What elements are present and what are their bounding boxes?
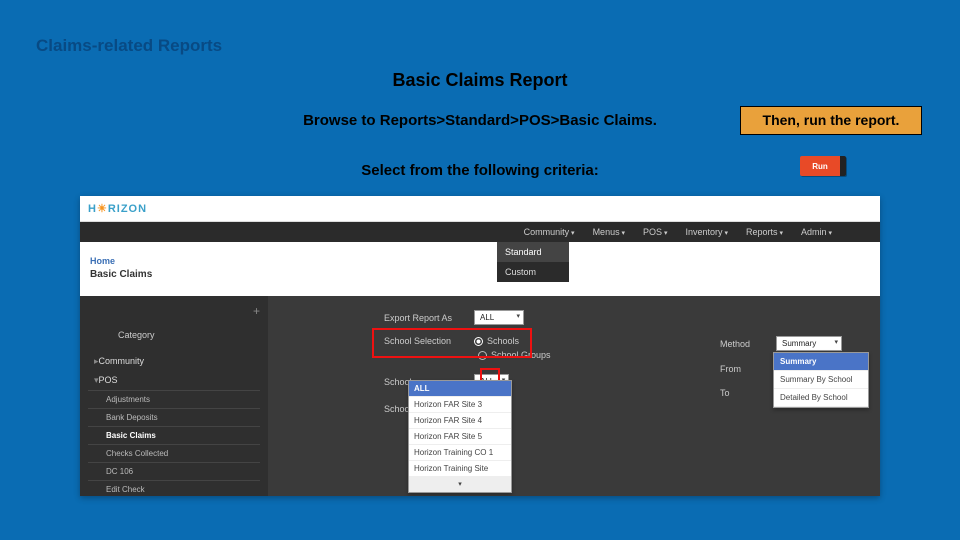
cat-item-checks-collected[interactable]: Checks Collected	[88, 444, 260, 462]
plus-icon[interactable]: +	[253, 304, 260, 318]
cat-item-basic-claims[interactable]: Basic Claims	[88, 426, 260, 444]
cat-item-bank-deposits[interactable]: Bank Deposits	[88, 408, 260, 426]
method-opt-summary-by-school[interactable]: Summary By School	[774, 371, 868, 389]
brand-bar: H☀RIZON	[80, 196, 880, 222]
chevron-down-icon[interactable]: ▾	[409, 477, 511, 492]
method-select[interactable]: Summary	[776, 336, 842, 351]
callout-run: Then, run the report.	[740, 106, 922, 135]
school-opt-1[interactable]: Horizon FAR Site 3	[409, 397, 511, 413]
run-button[interactable]: Run	[800, 156, 846, 176]
breadcrumb-home[interactable]: Home	[90, 256, 152, 266]
school-opt-5[interactable]: Horizon Training Site	[409, 461, 511, 477]
from-label: From	[720, 364, 776, 374]
category-list: Community POS Adjustments Bank Deposits …	[88, 352, 260, 496]
method-opt-summary[interactable]: Summary	[774, 353, 868, 371]
criteria-panel: Export Report As ALL School Selection Sc…	[268, 296, 880, 496]
method-opt-detailed-by-school[interactable]: Detailed By School	[774, 389, 868, 407]
school-opt-3[interactable]: Horizon FAR Site 5	[409, 429, 511, 445]
run-button-label: Run	[812, 162, 828, 171]
nav-item-menus[interactable]: Menus	[593, 227, 625, 237]
app-screenshot: H☀RIZON Community Menus POS Inventory Re…	[80, 196, 880, 496]
method-dropdown: Summary Summary By School Detailed By Sc…	[773, 352, 869, 408]
cat-community[interactable]: Community	[88, 352, 260, 371]
school-opt-2[interactable]: Horizon FAR Site 4	[409, 413, 511, 429]
field-to: To	[720, 388, 776, 398]
school-dropdown: ALL Horizon FAR Site 3 Horizon FAR Site …	[408, 380, 512, 493]
highlight-school-selection	[372, 328, 532, 358]
field-export: Export Report As ALL	[384, 310, 524, 325]
export-select[interactable]: ALL	[474, 310, 524, 325]
reports-dropdown: Standard Custom	[497, 242, 569, 282]
nav-item-reports[interactable]: Reports	[746, 227, 783, 237]
brand-logo: H☀RIZON	[88, 202, 147, 215]
breadcrumb-page: Basic Claims	[90, 269, 152, 280]
category-label: Category	[118, 330, 155, 340]
nav-item-admin[interactable]: Admin	[801, 227, 832, 237]
nav-item-inventory[interactable]: Inventory	[686, 227, 729, 237]
cat-pos[interactable]: POS	[88, 371, 260, 390]
cat-item-adjustments[interactable]: Adjustments	[88, 390, 260, 408]
method-label: Method	[720, 339, 776, 349]
nav-item-community[interactable]: Community	[524, 227, 575, 237]
field-from: From	[720, 364, 776, 374]
nav-item-pos[interactable]: POS	[643, 227, 667, 237]
cat-item-dc106[interactable]: DC 106	[88, 462, 260, 480]
slide-title: Claims-related Reports	[36, 36, 222, 56]
nav-right: Community Menus POS Inventory Reports Ad…	[524, 222, 832, 242]
breadcrumb: Home Basic Claims	[90, 256, 152, 280]
category-sidebar: + Category Community POS Adjustments Ban…	[80, 296, 268, 496]
school-opt-4[interactable]: Horizon Training CO 1	[409, 445, 511, 461]
reports-dd-standard[interactable]: Standard	[497, 242, 569, 262]
section-title: Basic Claims Report	[0, 70, 960, 91]
field-method: Method Summary	[720, 336, 842, 351]
reports-dd-custom[interactable]: Custom	[497, 262, 569, 282]
to-label: To	[720, 388, 776, 398]
school-opt-all[interactable]: ALL	[409, 381, 511, 397]
cat-item-edit-check[interactable]: Edit Check	[88, 480, 260, 496]
export-label: Export Report As	[384, 313, 474, 323]
nav-bar: Community Menus POS Inventory Reports Ad…	[80, 222, 880, 242]
